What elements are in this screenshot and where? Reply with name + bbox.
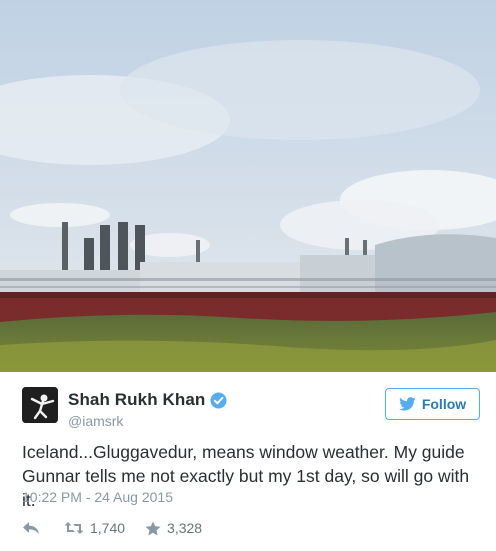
reply-icon xyxy=(23,522,39,534)
retweet-button[interactable]: 1,740 xyxy=(64,520,125,536)
user-handle[interactable]: @iamsrk xyxy=(68,413,123,429)
tweet-timestamp[interactable]: 10:22 PM - 24 Aug 2015 xyxy=(22,489,173,505)
twitter-bird-icon xyxy=(398,397,416,411)
retweet-icon xyxy=(64,522,84,534)
tweet-actions: 1,740 3,328 xyxy=(22,517,202,539)
star-icon xyxy=(145,521,161,535)
display-name[interactable]: Shah Rukh Khan xyxy=(68,390,205,410)
favorite-button[interactable]: 3,328 xyxy=(145,520,202,536)
follow-label: Follow xyxy=(421,396,467,412)
factory-landscape-image xyxy=(0,0,496,372)
reply-button[interactable] xyxy=(22,521,40,535)
tweet-photo[interactable] xyxy=(0,0,496,372)
name-row: Shah Rukh Khan xyxy=(68,390,227,410)
avatar-image xyxy=(22,387,58,423)
verified-badge-icon xyxy=(210,392,227,409)
tweet-card: Shah Rukh Khan @iamsrk Follow Iceland...… xyxy=(0,0,496,551)
favorite-count: 3,328 xyxy=(167,520,203,536)
avatar[interactable] xyxy=(22,387,58,423)
retweet-count: 1,740 xyxy=(90,520,126,536)
follow-button[interactable]: Follow xyxy=(385,388,480,420)
